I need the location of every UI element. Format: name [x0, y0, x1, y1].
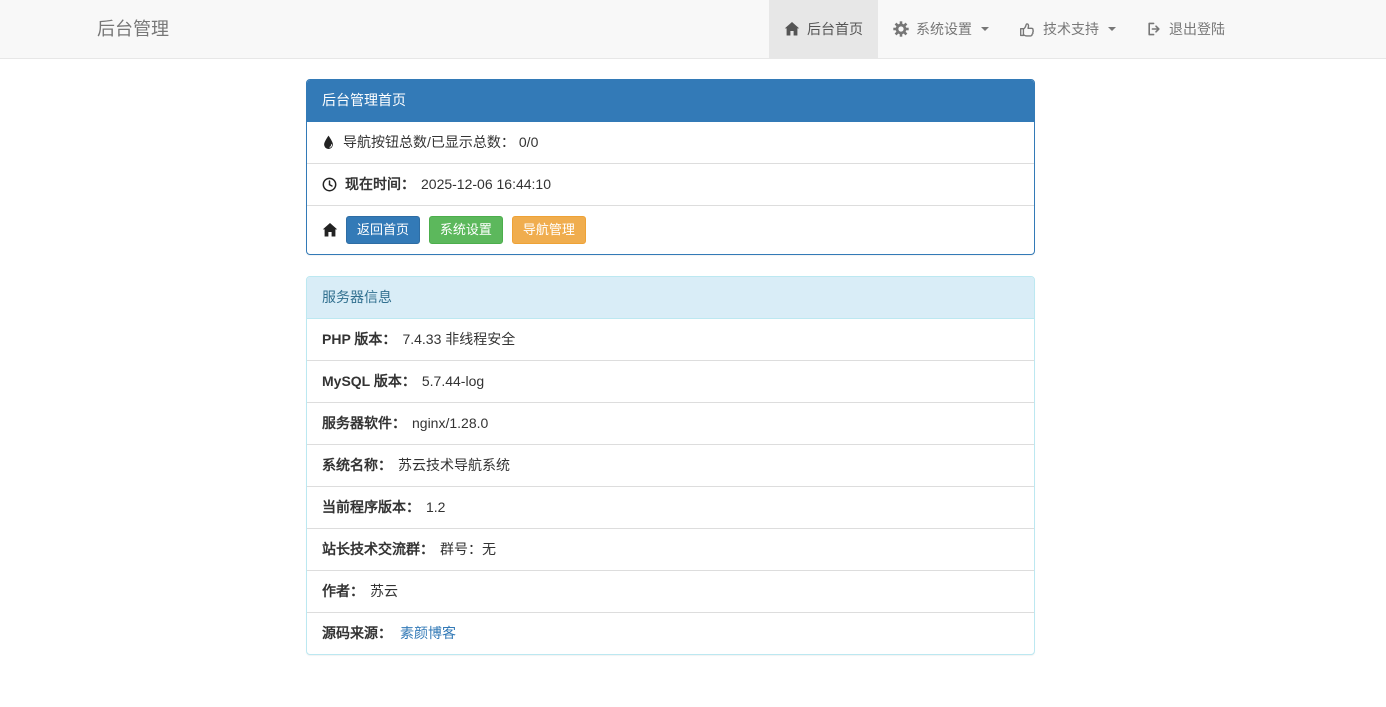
- sign-out-icon: [1146, 21, 1162, 37]
- admin-home-panel-title: 后台管理首页: [307, 80, 1034, 122]
- gear-icon: [893, 21, 909, 37]
- nav-manage-button[interactable]: 导航管理: [511, 216, 586, 244]
- nav-item-label: 退出登陆: [1169, 21, 1225, 37]
- navbar-menu: 后台首页 系统设置 技术支持 退出登陆: [769, 0, 1240, 58]
- nav-item-tech-support[interactable]: 技术支持: [1004, 0, 1131, 58]
- home-icon: [784, 21, 800, 37]
- server-info-row-software: 服务器软件： nginx/1.28.0: [307, 402, 1034, 444]
- current-time-label: 现在时间：: [345, 176, 415, 192]
- back-home-button[interactable]: 返回首页: [346, 216, 421, 244]
- server-info-panel: 服务器信息 PHP 版本： 7.4.33 非线程安全 MySQL 版本： 5.7…: [306, 276, 1035, 655]
- nav-item-label: 技术支持: [1043, 21, 1099, 37]
- server-info-row-qq-group: 站长技术交流群： 群号：无: [307, 528, 1034, 570]
- home-icon: [322, 222, 338, 238]
- nav-item-logout[interactable]: 退出登陆: [1131, 0, 1240, 58]
- nav-item-system-settings[interactable]: 系统设置: [878, 0, 1004, 58]
- nav-item-label: 后台首页: [807, 21, 863, 37]
- server-info-row-system-name: 系统名称： 苏云技术导航系统: [307, 444, 1034, 486]
- server-info-row-author: 作者： 苏云: [307, 570, 1034, 612]
- server-info-row-source: 源码来源： 素颜博客: [307, 612, 1034, 654]
- clock-icon: [322, 177, 337, 192]
- main-content: 后台管理首页 导航按钮总数/已显示总数： 0/0 现在时间： 2025-12-0…: [306, 59, 1035, 655]
- source-blog-link[interactable]: 素颜博客: [400, 623, 456, 644]
- nav-count-value: 0/0: [518, 134, 539, 150]
- server-info-panel-title: 服务器信息: [307, 277, 1034, 319]
- nav-count-label: 导航按钮总数/已显示总数：: [343, 134, 515, 150]
- admin-home-panel: 后台管理首页 导航按钮总数/已显示总数： 0/0 现在时间： 2025-12-0…: [306, 79, 1035, 255]
- current-time-row: 现在时间： 2025-12-06 16:44:10: [307, 163, 1034, 205]
- nav-count-row: 导航按钮总数/已显示总数： 0/0: [307, 122, 1034, 163]
- system-settings-button[interactable]: 系统设置: [428, 216, 503, 244]
- nav-item-label: 系统设置: [916, 21, 972, 37]
- current-time-value: 2025-12-06 16:44:10: [421, 176, 551, 192]
- top-navbar: 后台管理 后台首页 系统设置 技术支持 退出登陆: [0, 0, 1386, 59]
- server-info-row-php: PHP 版本： 7.4.33 非线程安全: [322, 331, 516, 347]
- thumbs-up-icon: [1019, 21, 1036, 38]
- tint-icon: [322, 135, 335, 150]
- chevron-down-icon: [1108, 27, 1116, 31]
- brand-title[interactable]: 后台管理: [97, 0, 169, 58]
- nav-item-admin-home[interactable]: 后台首页: [769, 0, 878, 58]
- server-info-row-version: 当前程序版本： 1.2: [307, 486, 1034, 528]
- chevron-down-icon: [981, 27, 989, 31]
- server-info-row-mysql: MySQL 版本： 5.7.44-log: [307, 360, 1034, 402]
- quick-links-row: 返回首页 系统设置 导航管理: [307, 205, 1034, 254]
